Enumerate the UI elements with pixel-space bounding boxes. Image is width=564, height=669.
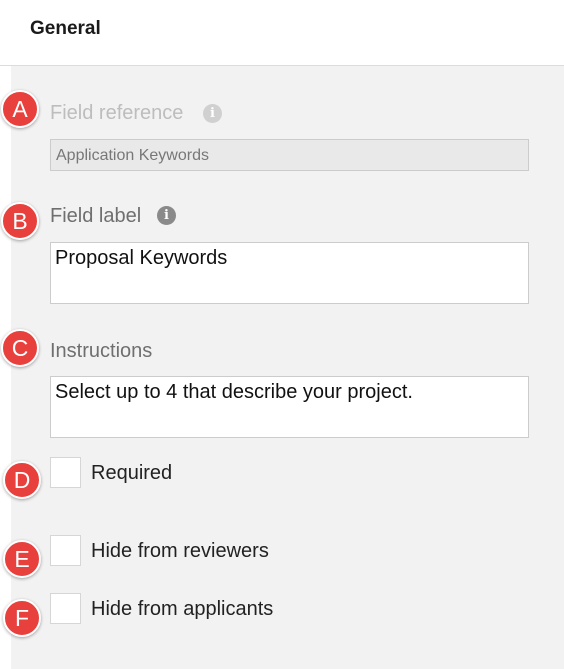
hide-from-applicants-checkbox[interactable] [50,593,81,624]
section-title: General [30,18,101,39]
hide-from-reviewers-checkbox[interactable] [50,535,81,566]
annotation-marker-b: B [1,202,39,240]
field-reference-info-icon[interactable]: i [203,104,222,123]
hide-from-reviewers-label[interactable]: Hide from reviewers [91,540,269,563]
panel-header: General [0,0,564,66]
field-reference-label: Field reference [50,102,184,124]
hide-from-applicants-label[interactable]: Hide from applicants [91,598,273,621]
instructions-label: Instructions [50,340,153,362]
annotation-marker-a: A [1,90,39,128]
required-label[interactable]: Required [91,462,172,485]
field-label-info-icon[interactable]: i [157,206,176,225]
annotation-marker-e: E [3,540,41,578]
annotation-marker-c: C [1,329,39,367]
field-label-input[interactable]: Proposal Keywords [50,242,529,304]
annotation-marker-d: D [3,461,41,499]
field-reference-input: Application Keywords [50,139,529,171]
instructions-input[interactable]: Select up to 4 that describe your projec… [50,376,529,438]
required-checkbox[interactable] [50,457,81,488]
field-label-label: Field label [50,205,142,227]
annotation-marker-f: F [3,599,41,637]
